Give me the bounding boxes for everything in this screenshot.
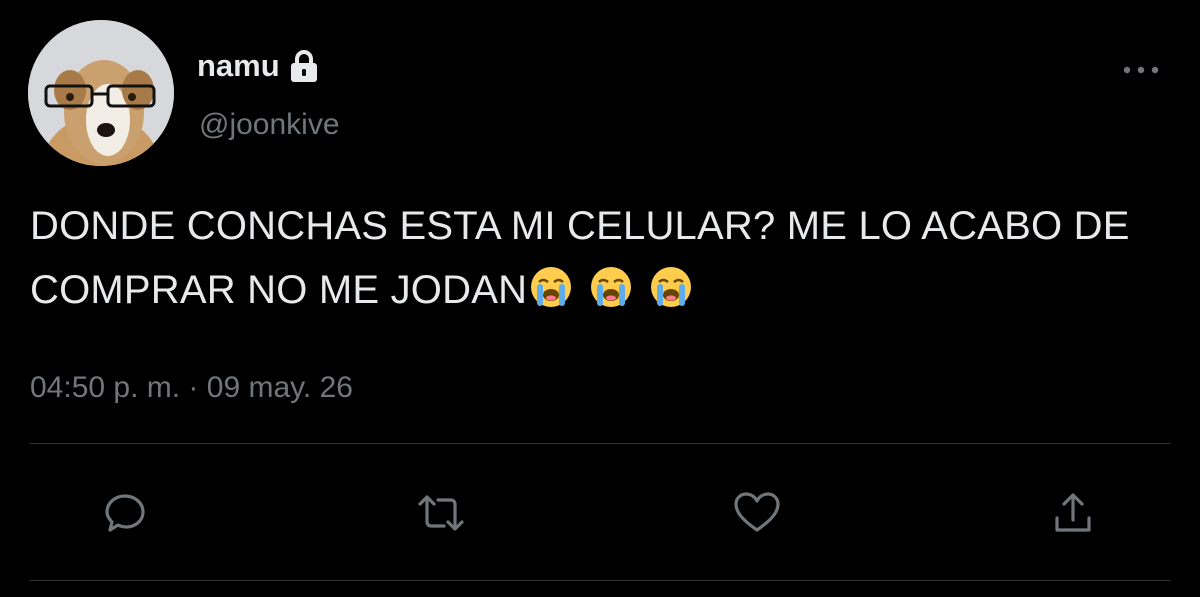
tweet-date[interactable]: 09 may. 26 [207,371,353,404]
loudly-crying-face-icon [651,267,692,307]
share-button[interactable] [1048,488,1098,538]
divider [30,580,1171,581]
more-options-icon [1123,66,1159,74]
share-icon [1055,493,1091,532]
avatar[interactable] [28,20,174,166]
tweet-text: DONDE CONCHAS ESTA MI CELULAR? ME LO ACA… [30,194,1170,322]
heart-icon [734,492,780,532]
emoji-group [529,265,693,309]
retweet-icon [418,495,464,531]
tweet-timestamp[interactable]: 04:50 p. m. · 09 may. 26 [30,368,353,408]
like-button[interactable] [732,488,782,538]
more-options-button[interactable] [1118,58,1164,82]
retweet-button[interactable] [416,488,466,538]
dog-avatar-image [28,20,174,166]
loudly-crying-face-icon [531,267,572,307]
display-name-row[interactable]: namu [197,49,319,83]
reply-button[interactable] [100,488,150,538]
lock-icon [289,49,319,83]
display-name[interactable]: namu [197,49,280,83]
tweet-detail: namu @joonkive DONDE CONCHAS ESTA MI CEL… [0,0,1200,597]
tweet-time[interactable]: 04:50 p. m. [30,371,180,404]
loudly-crying-face-icon [591,267,632,307]
divider [30,443,1171,444]
reply-icon [105,494,145,532]
timestamp-separator: · [180,371,207,404]
user-handle[interactable]: @joonkive [199,107,340,143]
